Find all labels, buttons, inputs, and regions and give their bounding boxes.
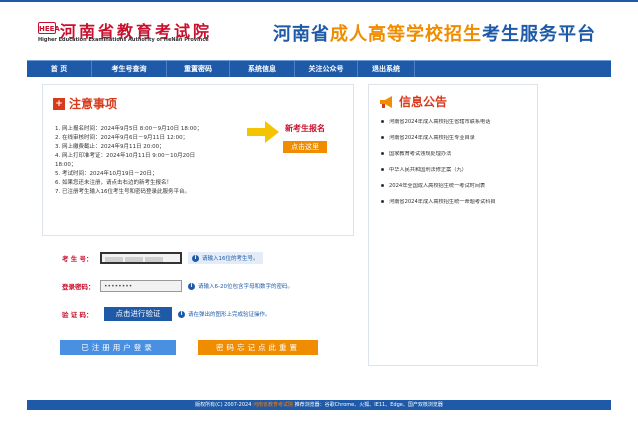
site-title: 河南省成人高等学校招生考生服务平台	[273, 20, 596, 46]
plus-square-icon: +	[53, 97, 65, 110]
info-icon: i	[188, 282, 195, 290]
notice-item: 6. 如果您还未注册，请点击右边的新考生报名！	[55, 180, 172, 186]
info-icon: i	[178, 310, 185, 318]
new-student-title[interactable]: 新考生报名	[283, 123, 327, 134]
bullet-icon	[381, 200, 384, 203]
bullet-icon	[381, 136, 384, 139]
password-row: 登录密码： •••••••• i 请输入6-20位包含字母和数字的密码。	[62, 276, 293, 296]
footer-org-link[interactable]: 河南省教育考试院	[253, 402, 293, 408]
notice-item: 7. 已注册考生输入16位考生号和密码登录此服务平台。	[55, 189, 190, 195]
bullet-icon	[381, 168, 384, 171]
verify-row: 验 证 码： 点击进行验证 i 请在弹出的图形上完成验证操作。	[62, 304, 271, 324]
password-label: 登录密码：	[62, 283, 95, 291]
news-item[interactable]: 河南省2024年成人高校招生统一命题考试科目	[381, 199, 533, 206]
verify-button[interactable]: 点击进行验证	[104, 307, 172, 321]
site-header: HEEA 河南省教育考试院 Higher Education Examinati…	[0, 4, 638, 56]
news-panel: 信息公告 河南省2024年成人高校招生省辖市联系电话 河南省2024年成人高校招…	[368, 84, 538, 366]
redacted-value	[105, 257, 123, 262]
bullet-icon	[381, 184, 384, 187]
login-form: 考 生 号： i 请输入16位的考生号。 登录密码： •••••••• i 请输入6…	[42, 236, 354, 366]
site-title-part3: 考生服务平台	[482, 24, 596, 45]
exam-number-label: 考 生 号：	[62, 255, 93, 263]
nav-reset-password[interactable]: 重置密码	[167, 61, 230, 77]
news-item-label: 河南省2024年成人高校招生省辖市联系电话	[389, 119, 491, 125]
news-item[interactable]: 2024年全国成人高校招生统一考试时间表	[381, 183, 533, 190]
news-item-label: 河南省2024年成人高校招生统一命题考试科目	[389, 199, 496, 205]
logo-icon: HEEA	[38, 22, 60, 34]
news-item[interactable]: 国家教育考试违规处理办法	[381, 151, 533, 158]
password-input[interactable]: ••••••••	[100, 280, 182, 292]
notice-item: 5. 考试时间：2024年10月19日－20日；	[55, 171, 158, 177]
site-title-part2: 成人高等学校招生	[330, 24, 482, 45]
top-accent-line	[0, 0, 638, 2]
exam-number-input[interactable]	[100, 252, 182, 264]
verify-label: 验 证 码：	[62, 311, 93, 319]
news-item-label: 2024年全国成人高校招生统一考试时间表	[389, 183, 486, 189]
footer: 版权所有(C) 2007-2024 河南省教育考试院 推荐浏览器：谷歌Chrom…	[27, 400, 611, 410]
news-item-label: 中华人民共和国刑法修正案（九）	[389, 167, 467, 173]
exam-number-row: 考 生 号： i 请输入16位的考生号。	[62, 248, 263, 268]
nav-system-info[interactable]: 系统信息	[230, 61, 295, 77]
reset-password-button[interactable]: 密码忘记点此重置	[198, 340, 318, 355]
notice-item: 4. 网上打印准考证：2024年10月11日 9:00－10月20日	[55, 153, 196, 159]
news-item[interactable]: 中华人民共和国刑法修正案（九）	[381, 167, 533, 174]
news-title: 信息公告	[399, 95, 448, 109]
site-title-part1: 河南省	[273, 24, 330, 45]
notice-header: + 注意事项	[53, 95, 117, 112]
login-button[interactable]: 已注册用户登录	[60, 340, 176, 355]
bullet-icon	[381, 152, 384, 155]
news-item[interactable]: 河南省2024年成人高校招生省辖市联系电话	[381, 119, 533, 126]
notice-item: 18:00；	[55, 162, 77, 168]
info-icon: i	[192, 254, 199, 262]
megaphone-icon	[380, 95, 392, 108]
news-list: 河南省2024年成人高校招生省辖市联系电话 河南省2024年成人高校招生专业目录…	[381, 119, 533, 215]
footer-browsers: 推荐浏览器：谷歌Chrome、火狐、IE11、Edge、国产双核浏览器	[294, 402, 443, 408]
news-header: 信息公告	[379, 93, 447, 110]
bullet-icon	[381, 120, 384, 123]
new-student-cta: 新考生报名 点击这里	[283, 123, 327, 153]
notice-item: 3. 网上缴费截止：2024年9月11日 20:00；	[55, 144, 165, 150]
footer-copyright: 版权所有(C) 2007-2024	[195, 402, 252, 408]
nav-home[interactable]: 首 页	[27, 61, 92, 77]
exam-number-hint: i 请输入16位的考生号。	[188, 252, 263, 264]
logo-english-name: Higher Education Examinations Authority …	[38, 37, 209, 43]
notice-panel: + 注意事项 1. 网上报名时间：2024年9月5日 8:00－9月10日 18…	[42, 84, 354, 236]
redacted-value	[124, 257, 143, 262]
main-nav: 首 页 考生号查询 重置密码 系统信息 关注公众号 退出系统	[27, 60, 611, 77]
news-item-label: 国家教育考试违规处理办法	[389, 151, 452, 157]
nav-follow-account[interactable]: 关注公众号	[295, 61, 358, 77]
password-hint: i 请输入6-20位包含字母和数字的密码。	[188, 282, 293, 290]
verify-hint: i 请在弹出的图形上完成验证操作。	[178, 310, 271, 318]
nav-logout[interactable]: 退出系统	[358, 61, 415, 77]
new-student-button[interactable]: 点击这里	[283, 141, 327, 153]
news-item-label: 河南省2024年成人高校招生专业目录	[389, 135, 475, 141]
arrow-right-icon	[247, 121, 279, 143]
nav-exam-number-lookup[interactable]: 考生号查询	[92, 61, 167, 77]
redacted-value	[144, 257, 163, 262]
notice-title: 注意事项	[69, 97, 118, 111]
news-item[interactable]: 河南省2024年成人高校招生专业目录	[381, 135, 533, 142]
